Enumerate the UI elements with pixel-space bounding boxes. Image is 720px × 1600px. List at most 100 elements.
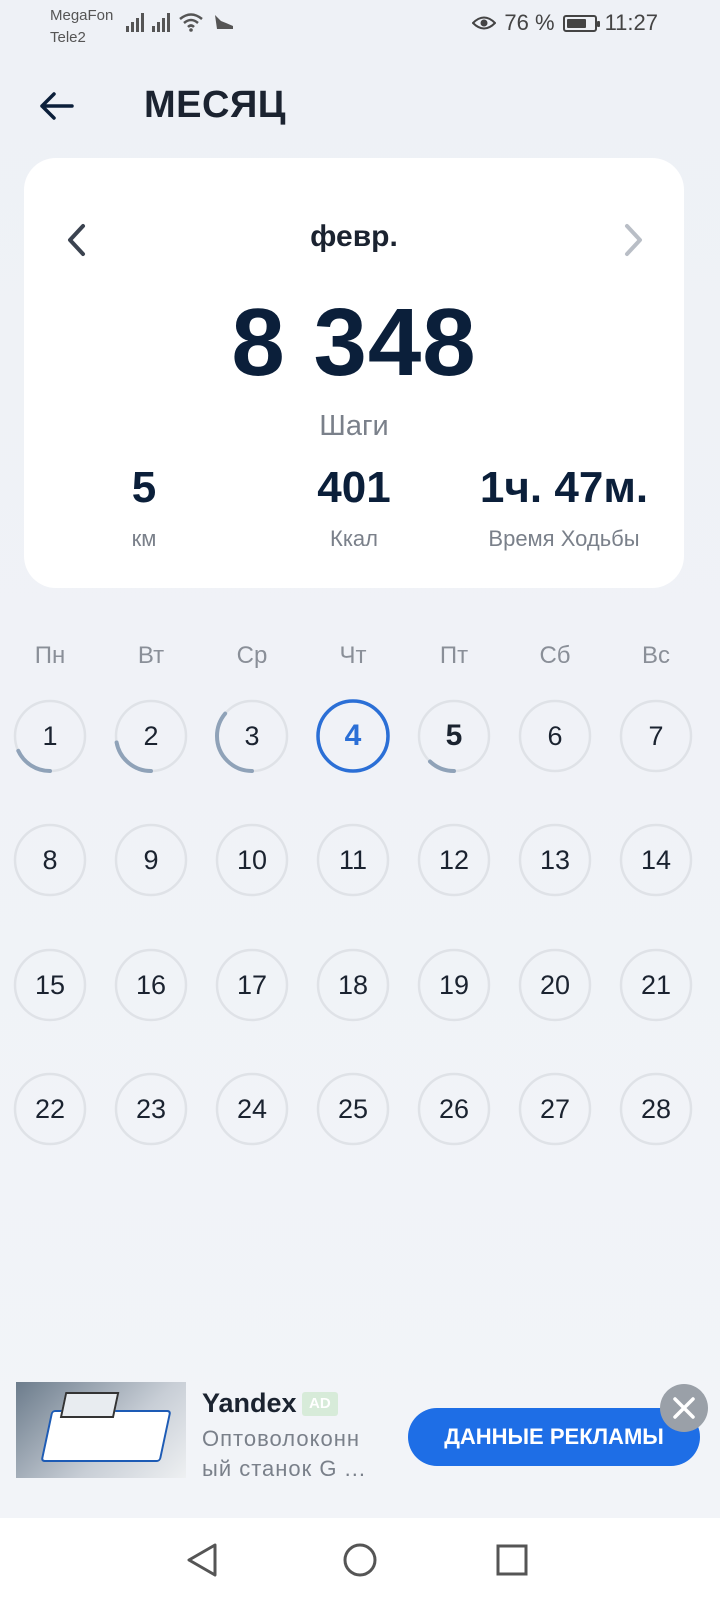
carrier-2: Tele2 — [50, 29, 86, 46]
ad-image[interactable] — [16, 1382, 186, 1478]
day-number: 9 — [143, 845, 159, 875]
calendar-day[interactable]: 20 — [517, 947, 593, 1023]
calendar-day[interactable]: 25 — [315, 1071, 391, 1147]
day-number: 22 — [34, 1094, 66, 1124]
shoe-icon — [215, 15, 233, 29]
square-recent-icon — [496, 1544, 528, 1576]
nav-recent-button[interactable] — [488, 1536, 536, 1584]
day-number: 13 — [539, 845, 571, 875]
month-steps-screen: MegaFon Tele2 76 % 11:27 МЕСЯЦ февр. 8 3… — [0, 0, 720, 1600]
day-number: 10 — [236, 845, 268, 875]
calendar-day[interactable]: 8 — [12, 822, 88, 898]
day-number: 19 — [438, 970, 470, 1000]
steps-label: Шаги — [319, 410, 389, 442]
nav-back-button[interactable] — [178, 1536, 226, 1584]
calories-value: 401 — [317, 463, 391, 512]
chevron-right-icon — [625, 224, 642, 256]
carrier-labels: MegaFon Tele2 — [50, 5, 113, 49]
calendar-day[interactable]: 10 — [214, 822, 290, 898]
app-header: МЕСЯЦ — [0, 76, 720, 136]
calendar-day[interactable]: 17 — [214, 947, 290, 1023]
day-number: 7 — [648, 721, 664, 751]
back-button[interactable] — [34, 84, 78, 128]
day-number: 14 — [640, 845, 672, 875]
weekday-label: Пн — [34, 642, 66, 669]
ad-brand: Yandex — [202, 1388, 297, 1418]
carrier-1: MegaFon — [50, 7, 114, 24]
calendar-day[interactable]: 1 — [12, 698, 88, 774]
ad-banner[interactable]: Yandex AD Оптоволоконн ый станок G ... Д… — [0, 1380, 720, 1488]
eye-icon — [472, 16, 497, 30]
calendar-day[interactable]: 11 — [315, 822, 391, 898]
calendar-day[interactable]: 18 — [315, 947, 391, 1023]
distance-label: км — [131, 526, 157, 551]
walking-time-value: 1ч. 47м. — [479, 463, 649, 512]
page-title: МЕСЯЦ — [144, 84, 287, 126]
walking-time-label: Время Ходьбы — [488, 526, 640, 551]
day-number: 23 — [135, 1094, 167, 1124]
day-number: 25 — [337, 1094, 369, 1124]
signal-icon — [152, 12, 170, 32]
weekday-label: Пт — [439, 642, 469, 669]
calendar-day[interactable]: 19 — [416, 947, 492, 1023]
status-bar: MegaFon Tele2 76 % 11:27 — [0, 0, 720, 50]
distance-stat: 5 км — [84, 460, 204, 552]
calendar-day[interactable]: 3 — [214, 698, 290, 774]
ad-badge: AD — [302, 1392, 338, 1416]
day-number: 2 — [143, 721, 159, 751]
nav-home-button[interactable] — [336, 1536, 384, 1584]
close-icon — [673, 1397, 695, 1419]
calendar-day[interactable]: 21 — [618, 947, 694, 1023]
day-number: 17 — [236, 970, 268, 1000]
ad-close-button[interactable] — [660, 1384, 708, 1432]
clock: 11:27 — [604, 10, 658, 35]
day-number: 21 — [640, 970, 672, 1000]
day-number: 20 — [539, 970, 571, 1000]
calendar-day[interactable]: 4 — [315, 698, 391, 774]
calendar-day[interactable]: 24 — [214, 1071, 290, 1147]
ad-data-button[interactable]: ДАННЫЕ РЕКЛАМЫ — [408, 1408, 700, 1466]
weekday-header: Пн Вт Ср Чт Пт Сб Вс — [0, 642, 720, 676]
day-number: 18 — [337, 970, 369, 1000]
next-month-button[interactable] — [612, 218, 656, 262]
day-number: 1 — [42, 721, 58, 751]
distance-value: 5 — [131, 463, 157, 512]
day-number: 11 — [338, 845, 368, 875]
weekday-label: Вт — [137, 642, 165, 669]
calendar-day[interactable]: 23 — [113, 1071, 189, 1147]
calendar-day[interactable]: 27 — [517, 1071, 593, 1147]
weekday-label: Сб — [539, 642, 571, 669]
calendar-day[interactable]: 15 — [12, 947, 88, 1023]
battery-icon — [562, 14, 600, 32]
calendar-day[interactable]: 26 — [416, 1071, 492, 1147]
steps-value: 8 348 — [231, 289, 477, 396]
weekday-label: Чт — [339, 642, 367, 669]
day-number: 15 — [34, 970, 66, 1000]
battery-percent: 76 % — [504, 10, 555, 35]
calendar-day[interactable]: 14 — [618, 822, 694, 898]
calendar-day[interactable]: 16 — [113, 947, 189, 1023]
calories-label: Ккал — [330, 526, 378, 551]
day-number: 4 — [344, 719, 362, 752]
calendar-day[interactable]: 28 — [618, 1071, 694, 1147]
system-navigation-bar — [0, 1518, 720, 1600]
calendar-day[interactable]: 2 — [113, 698, 189, 774]
calendar-day[interactable]: 5 — [416, 698, 492, 774]
status-right: 76 % 11:27 — [472, 10, 658, 36]
calendar-day[interactable]: 7 — [618, 698, 694, 774]
circle-home-icon — [343, 1543, 377, 1577]
calendar-day[interactable]: 6 — [517, 698, 593, 774]
day-number: 26 — [438, 1094, 470, 1124]
wifi-icon — [179, 13, 203, 32]
day-number: 27 — [539, 1094, 571, 1124]
calendar-day[interactable]: 13 — [517, 822, 593, 898]
calendar-day[interactable]: 12 — [416, 822, 492, 898]
day-number: 28 — [640, 1094, 672, 1124]
calendar-day[interactable]: 22 — [12, 1071, 88, 1147]
summary-card: февр. 8 348 Шаги 5 км 401 Ккал 1ч. 47м. … — [24, 158, 684, 588]
day-number: 12 — [438, 845, 470, 875]
signal-icon — [126, 12, 144, 32]
month-selector: февр. — [24, 214, 684, 264]
calendar-day[interactable]: 9 — [113, 822, 189, 898]
signal-icons — [126, 12, 236, 32]
